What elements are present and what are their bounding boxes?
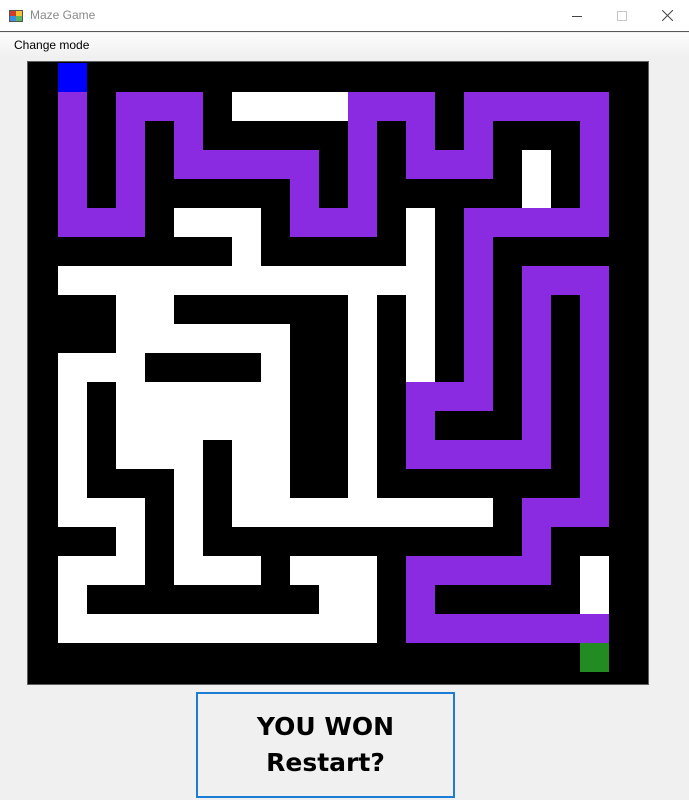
maze-floor-cell	[232, 237, 261, 295]
maze-floor-cell	[116, 440, 174, 469]
goal-cell	[580, 643, 609, 672]
close-button[interactable]	[644, 0, 689, 31]
app-icon	[9, 10, 23, 22]
maze-floor-cell	[406, 208, 435, 411]
menu-bar: Change mode	[0, 33, 689, 57]
maze-floor-cell	[58, 614, 348, 643]
restart-label: Restart?	[266, 748, 385, 777]
maze-floor-cell	[348, 556, 377, 614]
maze-floor-cell	[348, 295, 377, 527]
maze-floor-cell	[58, 266, 232, 295]
start-cell	[58, 63, 87, 92]
maze-canvas	[58, 63, 609, 672]
close-icon	[661, 10, 673, 21]
maze-floor-cell	[580, 556, 609, 614]
solution-path-segment	[580, 266, 609, 527]
maze-floor-cell	[145, 411, 261, 440]
solution-path-segment	[464, 208, 493, 411]
maze-floor-cell	[232, 92, 348, 121]
solution-path-segment	[406, 614, 609, 643]
menu-item-change-mode[interactable]: Change mode	[7, 37, 96, 53]
maximize-icon	[617, 10, 627, 21]
maze-floor-cell	[145, 324, 290, 353]
maze-floor-cell	[174, 208, 261, 237]
maximize-button[interactable]	[599, 0, 645, 31]
win-message: YOU WON	[256, 712, 395, 741]
minimize-icon	[572, 15, 582, 17]
minimize-button[interactable]	[554, 0, 600, 31]
maze-board[interactable]	[27, 61, 649, 685]
maze-floor-cell	[522, 150, 551, 208]
maze-floor-cell	[174, 556, 261, 585]
title-bar[interactable]: Maze Game	[0, 0, 689, 32]
restart-button[interactable]: YOU WON Restart?	[196, 692, 455, 798]
solution-path-segment	[522, 266, 551, 469]
maze-floor-cell	[232, 498, 493, 527]
window-title: Maze Game	[30, 8, 96, 22]
